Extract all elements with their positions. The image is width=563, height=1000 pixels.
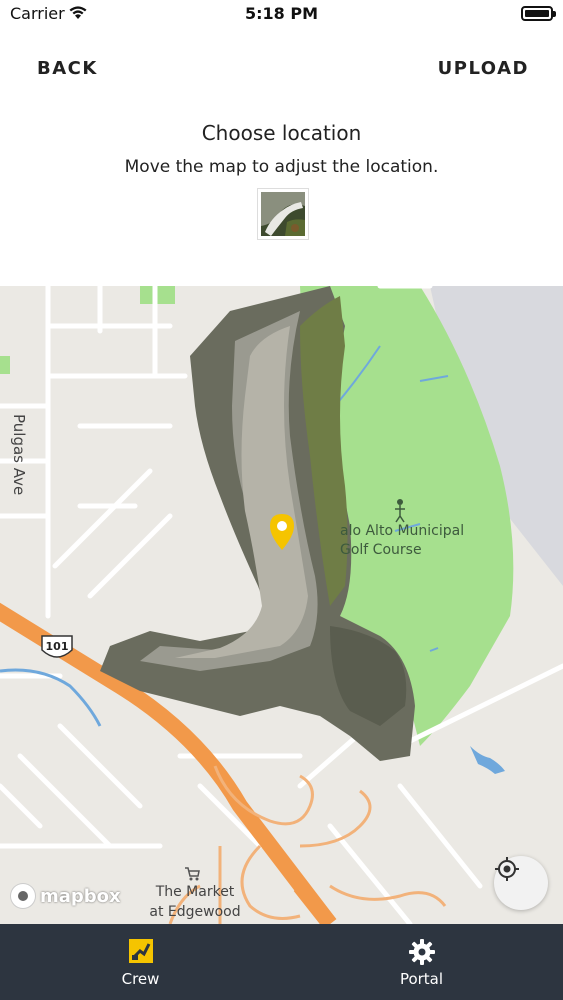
highway-shield-label: 101 bbox=[46, 640, 69, 653]
gear-icon bbox=[408, 938, 436, 970]
map-view[interactable]: 101 Pulgas Ave alo Alto Municipal Golf Co… bbox=[0, 286, 563, 924]
back-button[interactable]: BACK bbox=[37, 58, 98, 79]
tab-crew[interactable]: Crew bbox=[0, 924, 281, 1000]
clock: 5:18 PM bbox=[244, 4, 318, 23]
tab-portal[interactable]: Portal bbox=[281, 924, 562, 1000]
poi-label-golf: alo Alto Municipal Golf Course bbox=[340, 523, 465, 558]
location-header: BACK UPLOAD Choose location Move the map… bbox=[0, 28, 563, 286]
mapbox-logo-text: mapbox bbox=[40, 885, 121, 907]
poi-label-market: The Market at Edgewood bbox=[149, 884, 241, 920]
page-subtitle: Move the map to adjust the location. bbox=[124, 157, 439, 177]
crew-icon bbox=[128, 938, 154, 968]
photo-thumbnail bbox=[257, 188, 309, 240]
page-title: Choose location bbox=[201, 121, 362, 145]
battery-icon bbox=[521, 6, 556, 21]
crosshair-icon bbox=[495, 857, 519, 881]
status-bar: Carrier 5:18 PM bbox=[0, 0, 563, 28]
mapbox-logo-icon bbox=[10, 883, 36, 909]
tab-bar: Crew Portal bbox=[0, 924, 563, 1000]
mapbox-attribution[interactable]: mapbox bbox=[10, 882, 121, 910]
tab-portal-label: Portal bbox=[399, 970, 444, 988]
tab-crew-label: Crew bbox=[121, 970, 160, 988]
locate-me-button[interactable] bbox=[494, 856, 548, 910]
upload-button[interactable]: UPLOAD bbox=[438, 58, 529, 79]
street-label-pulgas: Pulgas Ave bbox=[10, 414, 28, 496]
